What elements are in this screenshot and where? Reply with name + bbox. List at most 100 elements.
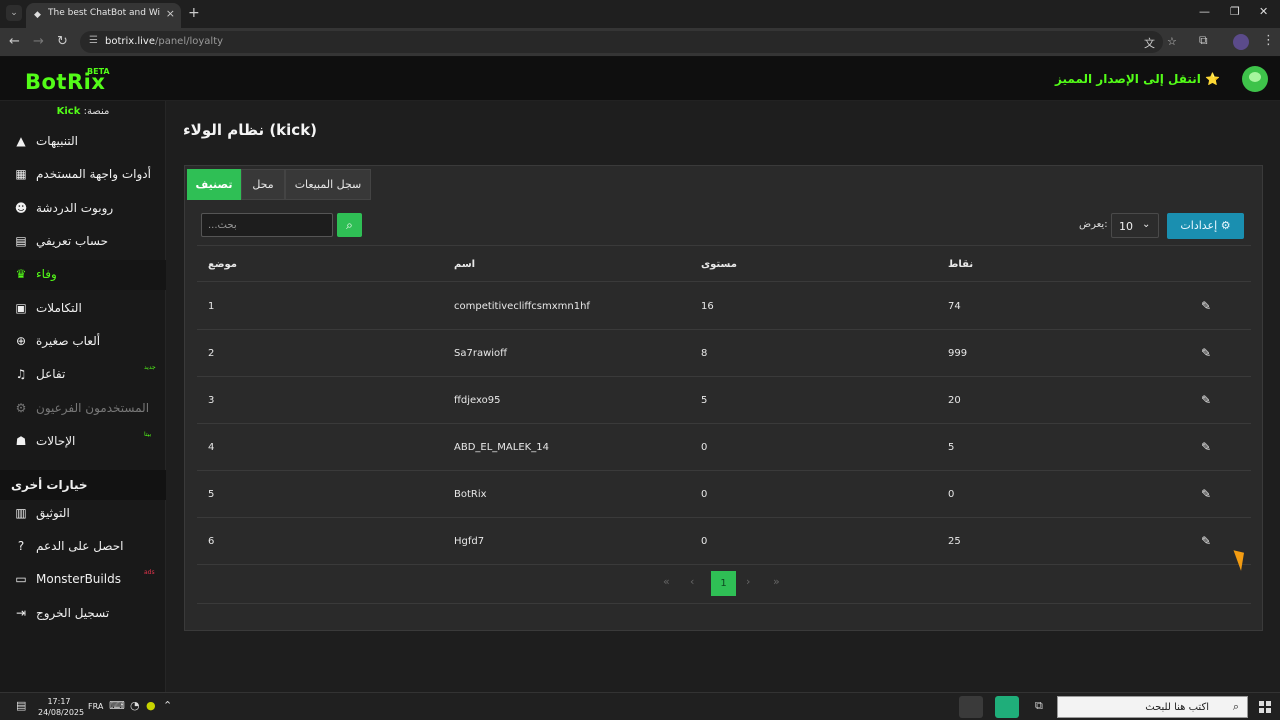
sidebar-item-integrations[interactable]: ▣ التكاملات [0, 294, 166, 324]
logout-icon: ⇥ [15, 606, 27, 620]
edit-pencil-icon[interactable]: ✎ [1201, 393, 1211, 407]
wifi-icon[interactable]: ◔ [130, 699, 140, 712]
chrome-taskbar-icon[interactable] [959, 696, 983, 718]
ads-badge: ads [144, 569, 155, 576]
sidebar-item-interaction[interactable]: ♫ تفاعل جديد [0, 360, 166, 390]
search-icon: ⌕ [346, 218, 353, 232]
keyboard-icon[interactable]: ⌨ [109, 699, 125, 712]
browser-tab-strip: ⌄ ◆ The best ChatBot and Widgets × + — ❐… [0, 0, 1280, 28]
sidebar: منصة: Kick ▲ التنبيهات ▦ أدوات واجهة الم… [0, 101, 166, 692]
beta-sidebar-badge: بيتا [144, 431, 152, 438]
edit-pencil-icon[interactable]: ✎ [1201, 534, 1211, 548]
page-1-button[interactable]: 1 [711, 571, 736, 596]
trophy-icon: ♛ [15, 267, 27, 281]
profile-avatar[interactable] [1233, 34, 1249, 50]
column-name[interactable]: اسم [454, 259, 475, 270]
user-group-icon: ☗ [15, 434, 27, 448]
laptop-icon: ▭ [15, 572, 27, 586]
column-points[interactable]: نقاط [948, 259, 973, 270]
warning-icon: ▲ [16, 134, 26, 148]
first-page-button[interactable]: « [663, 575, 670, 588]
pager-divider [197, 603, 1251, 604]
address-bar: ← → ↻ ☰ botrix.live/panel/loyalty 文 ☆ [0, 28, 1280, 57]
close-window-icon[interactable]: ✕ [1259, 5, 1268, 18]
restore-icon[interactable]: ❐ [1230, 5, 1240, 18]
site-info-icon[interactable]: ☰ [89, 35, 98, 46]
sidebar-item-widgets[interactable]: ▦ أدوات واجهة المستخدم [0, 160, 166, 190]
edit-pencil-icon[interactable]: ✎ [1201, 487, 1211, 501]
url-text: botrix.live/panel/loyalty [105, 36, 224, 47]
url-field[interactable]: ☰ botrix.live/panel/loyalty 文 ☆ [80, 31, 1177, 53]
windows-start-icon[interactable] [1259, 701, 1271, 713]
new-tab-icon[interactable]: + [188, 5, 200, 21]
last-page-button[interactable]: » [773, 575, 780, 588]
browser-tab[interactable]: ◆ The best ChatBot and Widgets × [26, 3, 181, 28]
sidebar-item-docs[interactable]: ▥ التوثيق [0, 499, 166, 529]
extensions-icon[interactable]: ⧉ [1199, 33, 1208, 48]
chevron-down-icon: ⌄ [1142, 219, 1151, 230]
sidebar-item-mini-games[interactable]: ⊕ ألعاب صغيرة [0, 327, 166, 357]
notifications-icon[interactable]: ▤ [16, 699, 26, 712]
users-cog-icon: ⚙ [15, 401, 27, 415]
search-button[interactable]: ⌕ [337, 213, 362, 237]
other-options-title: خيارات أخرى [0, 470, 166, 500]
reload-icon[interactable]: ↻ [57, 34, 68, 49]
gamepad-icon: ⊕ [15, 334, 27, 348]
prev-page-button[interactable]: ‹ [690, 575, 694, 588]
sidebar-item-support[interactable]: ? احصل على الدعم [0, 532, 166, 562]
minimize-icon[interactable]: — [1199, 5, 1210, 18]
robot-icon: ☻ [14, 201, 28, 215]
sidebar-item-referrals[interactable]: ☗ الإحالات بيتا [0, 427, 166, 457]
search-icon: ⌕ [1232, 700, 1239, 713]
table-header: موضع اسم مستوى نقاط [197, 246, 1251, 282]
column-level[interactable]: مستوى [701, 259, 737, 270]
favicon-icon: ◆ [34, 10, 41, 20]
column-position[interactable]: موضع [208, 259, 237, 270]
taskbar-clock[interactable]: 17:17 24/08/2025 [38, 696, 84, 718]
user-avatar[interactable] [1242, 66, 1268, 92]
close-tab-icon[interactable]: × [166, 7, 175, 20]
translate-icon[interactable]: 文 [1144, 35, 1155, 51]
browser-menu-icon[interactable]: ⋮ [1262, 33, 1275, 48]
edit-pencil-icon[interactable]: ✎ [1201, 346, 1211, 360]
sidebar-item-profile[interactable]: ▤ حساب تعريفي [0, 227, 166, 257]
new-badge: جديد [144, 364, 156, 371]
question-icon: ? [17, 539, 25, 553]
table-row: 5 BotRix 0 0 ✎ [197, 471, 1251, 518]
sidebar-item-alerts[interactable]: ▲ التنبيهات [0, 127, 166, 157]
page-size-select[interactable]: 10 ⌄ [1111, 213, 1159, 238]
search-input[interactable] [201, 213, 333, 237]
settings-button[interactable]: إعدادات ⚙ [1167, 213, 1244, 239]
language-indicator[interactable]: FRA [88, 702, 103, 711]
sidebar-item-sub-users[interactable]: ⚙ المستخدمون الفرعيون [0, 394, 166, 424]
sidebar-item-monsterbuilds[interactable]: ▭ MonsterBuilds ads [0, 565, 166, 595]
music-icon: ♫ [15, 367, 27, 381]
integration-icon: ▣ [15, 301, 27, 315]
bookmark-star-icon[interactable]: ☆ [1167, 35, 1177, 48]
chevron-up-icon[interactable]: ⌃ [163, 699, 172, 712]
tab-search-icon[interactable]: ⌄ [6, 5, 22, 21]
sidebar-item-chatbot[interactable]: ☻ روبوت الدردشة [0, 194, 166, 224]
loyalty-panel: تصنيف محل سجل المبيعات ⌕ يعرض: 10 ⌄ إعدا… [184, 165, 1263, 631]
sidebar-item-loyalty[interactable]: ♛ وفاء [0, 260, 166, 290]
battery-icon[interactable]: ● [146, 699, 156, 712]
sidebar-item-logout[interactable]: ⇥ تسجيل الخروج [0, 599, 166, 629]
back-icon[interactable]: ← [9, 34, 20, 49]
tab-ranking[interactable]: تصنيف [187, 169, 241, 200]
forward-icon[interactable]: → [33, 34, 44, 49]
beta-badge: BETA [87, 67, 110, 76]
app-taskbar-icon[interactable] [995, 696, 1019, 718]
task-view-icon[interactable]: ⧉ [1035, 699, 1043, 713]
book-icon: ▥ [15, 506, 27, 520]
table-row: 6 Hgfd7 0 25 ✎ [197, 518, 1251, 565]
windows-taskbar: ▤ 17:17 24/08/2025 FRA ⌨ ◔ ● ⌃ ⧉ اكتب هن… [0, 692, 1280, 720]
tab-shop[interactable]: محل [241, 169, 285, 200]
gears-icon: ⚙ [1220, 219, 1231, 232]
premium-link[interactable]: ⭐ انتقل إلى الإصدار المميز [1055, 72, 1220, 86]
tab-sales-log[interactable]: سجل المبيعات [285, 169, 371, 200]
next-page-button[interactable]: › [746, 575, 750, 588]
taskbar-search[interactable]: اكتب هنا للبحث ⌕ [1057, 696, 1248, 718]
edit-pencil-icon[interactable]: ✎ [1201, 440, 1211, 454]
table-row: 4 ABD_EL_MALEK_14 0 5 ✎ [197, 424, 1251, 471]
edit-pencil-icon[interactable]: ✎ [1201, 299, 1211, 313]
